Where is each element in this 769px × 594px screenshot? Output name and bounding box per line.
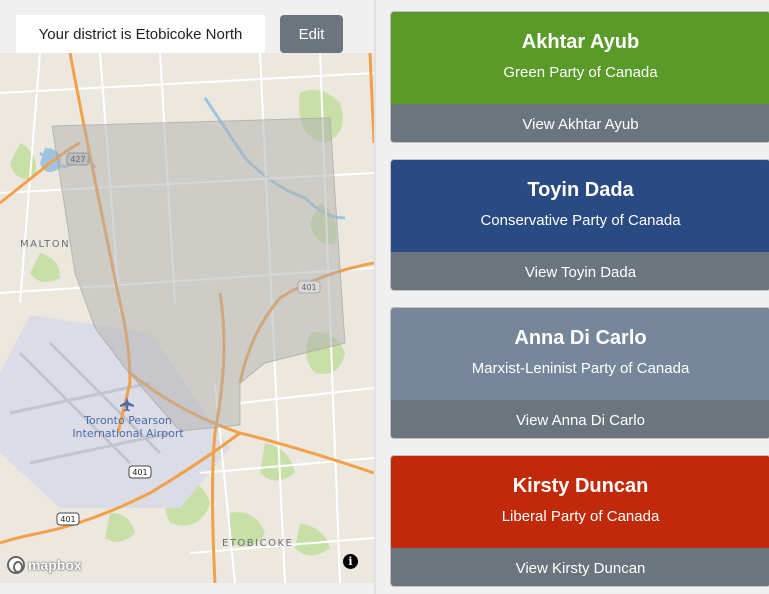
candidate-party: Marxist-Leninist Party of Canada bbox=[471, 360, 690, 377]
candidate-name: Akhtar Ayub bbox=[521, 31, 640, 53]
highway-shield-401: 401 bbox=[60, 515, 75, 524]
highway-shield-401: 401 bbox=[132, 468, 147, 477]
district-map[interactable]: 427 401 401 401 MALTON Toronto Pearson I… bbox=[0, 53, 374, 583]
candidate-header: Toyin Dada Conservative Party of Canada bbox=[391, 160, 769, 252]
map-canvas[interactable]: 427 401 401 401 bbox=[0, 53, 374, 583]
panel-divider bbox=[374, 0, 376, 594]
view-candidate-button[interactable]: View Kirsty Duncan bbox=[391, 548, 769, 586]
district-label: Your district is Etobicoke North bbox=[16, 15, 265, 54]
edit-button[interactable]: Edit bbox=[280, 15, 343, 53]
candidate-card: Akhtar Ayub Green Party of Canada View A… bbox=[390, 11, 769, 143]
candidate-party: Liberal Party of Canada bbox=[501, 508, 660, 525]
candidate-party: Green Party of Canada bbox=[503, 64, 658, 81]
candidate-header: Kirsty Duncan Liberal Party of Canada bbox=[391, 456, 769, 548]
view-candidate-button[interactable]: View Anna Di Carlo bbox=[391, 400, 769, 438]
info-icon[interactable]: i bbox=[343, 554, 358, 569]
candidate-card: Anna Di Carlo Marxist-Leninist Party of … bbox=[390, 307, 769, 439]
mapbox-logo[interactable]: mapbox bbox=[7, 555, 82, 575]
candidate-name: Toyin Dada bbox=[527, 179, 634, 201]
candidate-header: Anna Di Carlo Marxist-Leninist Party of … bbox=[391, 308, 769, 400]
mapbox-attribution-text: mapbox bbox=[28, 557, 82, 573]
view-candidate-button[interactable]: View Toyin Dada bbox=[391, 252, 769, 290]
candidate-name: Kirsty Duncan bbox=[512, 475, 649, 497]
candidate-name: Anna Di Carlo bbox=[514, 327, 647, 349]
candidate-card: Kirsty Duncan Liberal Party of Canada Vi… bbox=[390, 455, 769, 587]
candidate-card: Toyin Dada Conservative Party of Canada … bbox=[390, 159, 769, 291]
candidate-party: Conservative Party of Canada bbox=[480, 212, 681, 229]
view-candidate-button[interactable]: View Akhtar Ayub bbox=[391, 104, 769, 142]
left-panel: Your district is Etobicoke North Edit 42… bbox=[0, 0, 375, 594]
highway-shield-401: 401 bbox=[301, 283, 316, 292]
candidate-header: Akhtar Ayub Green Party of Canada bbox=[391, 12, 769, 104]
highway-shield-427: 427 bbox=[70, 155, 85, 164]
mapbox-logo-icon bbox=[7, 556, 25, 574]
